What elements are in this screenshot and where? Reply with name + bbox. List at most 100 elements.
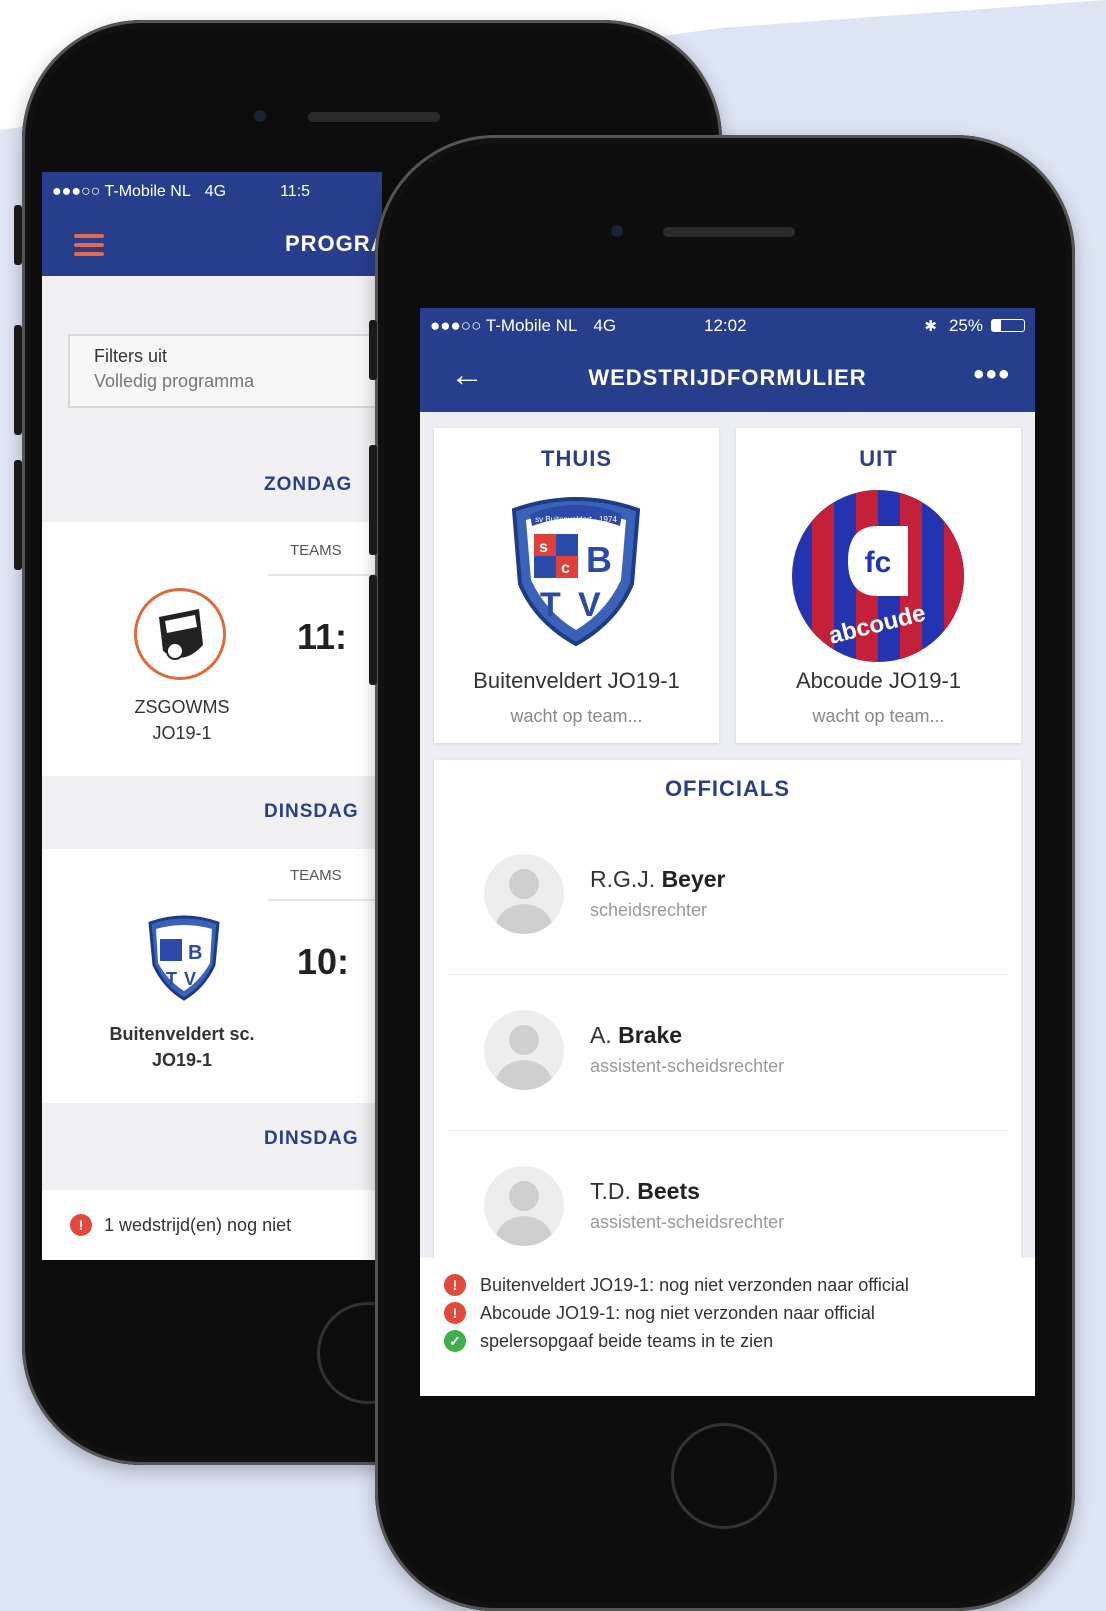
svg-text:sv Buitenveldert · 1974: sv Buitenveldert · 1974: [535, 515, 617, 524]
away-team-name: Abcoude JO19-1: [795, 668, 962, 693]
abcoude-logo: fc abcoude: [790, 488, 966, 664]
official-name: T.D. Beets: [590, 1178, 700, 1204]
filters-program: Volledig programma: [94, 371, 255, 391]
svg-text:B: B: [586, 539, 612, 580]
officials-title: OFFICIALS: [664, 776, 791, 801]
back-arrow-icon[interactable]: ←: [450, 358, 484, 392]
avatar-icon: [484, 1166, 564, 1246]
alert-item[interactable]: ! Buitenveldert JO19-1: nog niet verzond…: [444, 1272, 1011, 1298]
alert-item[interactable]: ✓ spelersopgaaf beide teams in te zien: [444, 1328, 1011, 1354]
buitenveldert-logo: sv Buitenveldert · 1974 s c B T V: [506, 492, 646, 648]
alert-text: Abcoude JO19-1: nog niet verzonden naar …: [480, 1303, 875, 1323]
official-row[interactable]: R.G.J. Beyer scheidsrechter: [434, 834, 1021, 990]
day-header: DINSDAG: [42, 779, 382, 845]
time: 12:02: [704, 316, 747, 335]
day-header: DINSDAG: [42, 1106, 382, 1172]
page-title: PROGRA: [285, 231, 382, 256]
volume-down-button: [369, 575, 377, 685]
alert-text: 1 wedstrijd(en) nog niet: [104, 1214, 292, 1235]
mute-switch: [14, 205, 22, 265]
match-item[interactable]: ZSGOWMS JO19-1 TEAMS 11:: [42, 522, 382, 776]
svg-text:T: T: [166, 969, 177, 989]
filters-box[interactable]: Filters uit Volledig programma: [68, 334, 382, 408]
zsgowms-logo: [134, 588, 226, 680]
svg-text:fc: fc: [865, 546, 892, 579]
title-bar: ← WEDSTRIJDFORMULIER •••: [420, 344, 1035, 412]
home-label: THUIS: [541, 446, 612, 471]
alerts-panel: ! Buitenveldert JO19-1: nog niet verzond…: [420, 1258, 1035, 1396]
teams-label: TEAMS: [290, 867, 342, 884]
front-screen: ●●●○○ T-Mobile NL 4G 12:02 ✱ 25% ← WEDST…: [420, 308, 1035, 1396]
volume-up-button: [369, 445, 377, 555]
more-icon[interactable]: •••: [973, 358, 1011, 392]
battery-icon: [991, 319, 1025, 332]
official-role: assistent-scheidsrechter: [590, 1056, 785, 1076]
divider: [448, 1130, 1007, 1131]
match-time: 11:: [297, 616, 348, 657]
time: 11:5: [280, 183, 311, 200]
alert-text: Buitenveldert JO19-1: nog niet verzonden…: [480, 1275, 909, 1295]
match-item[interactable]: B T V Buitenveldert sc. JO19-1 TEAMS 10:: [42, 849, 382, 1103]
avatar-icon: [484, 1010, 564, 1090]
volume-up-button: [14, 325, 22, 435]
mute-switch: [369, 320, 377, 380]
front-navbar: ●●●○○ T-Mobile NL 4G 12:02 ✱ 25% ← WEDST…: [420, 308, 1035, 412]
alert-item[interactable]: ! Abcoude JO19-1: nog niet verzonden naa…: [444, 1300, 1011, 1326]
divider: [268, 574, 382, 576]
official-row[interactable]: A. Brake assistent-scheidsrechter: [434, 990, 1021, 1146]
back-alert-bar[interactable]: ! 1 wedstrijd(en) nog niet: [42, 1190, 382, 1260]
day-label: DINSDAG: [264, 801, 359, 822]
match-time: 10:: [297, 941, 350, 982]
back-screen: ●●●○○ T-Mobile NL 4G 11:5 PROGRA Filters…: [42, 172, 382, 1260]
official-name: R.G.J. Beyer: [590, 866, 726, 892]
battery-level: 25%: [948, 316, 983, 335]
status-bar: ●●●○○ T-Mobile NL 4G 12:02 ✱ 25%: [420, 308, 1035, 344]
svg-text:s: s: [539, 539, 548, 556]
camera: [254, 110, 266, 122]
page-title: WEDSTRIJDFORMULIER: [588, 365, 867, 390]
bluetooth-icon: ✱: [924, 318, 937, 335]
filters-status: Filters uit: [94, 346, 168, 366]
menu-icon[interactable]: [74, 234, 104, 256]
day-header: ZONDAG: [42, 452, 382, 518]
day-label: DINSDAG: [264, 1128, 359, 1149]
speaker: [663, 227, 795, 237]
svg-text:c: c: [561, 560, 570, 577]
day-label: ZONDAG: [264, 474, 353, 495]
error-icon: !: [70, 1214, 92, 1236]
divider: [448, 974, 1007, 975]
network: 4G: [204, 183, 227, 200]
home-button[interactable]: [671, 1423, 777, 1529]
carrier: ●●●○○ T-Mobile NL: [430, 316, 578, 335]
divider: [268, 899, 382, 901]
speaker: [308, 112, 440, 122]
club-name: Buitenveldert sc. JO19-1: [109, 1024, 255, 1070]
title-bar: PROGRA: [42, 212, 382, 276]
volume-down-button: [14, 460, 22, 570]
carrier: ●●●○○ T-Mobile NL: [52, 183, 191, 200]
svg-text:V: V: [578, 586, 601, 624]
home-team-status: wacht op team...: [510, 706, 643, 726]
buitenveldert-logo: B T V: [144, 913, 224, 1001]
svg-text:V: V: [184, 969, 196, 989]
camera: [611, 225, 623, 237]
away-label: UIT: [859, 446, 898, 471]
club-name: ZSGOWMS JO19-1: [134, 697, 230, 743]
error-icon: !: [444, 1274, 466, 1296]
svg-text:T: T: [540, 586, 561, 624]
home-team-card[interactable]: THUIS sv Buitenveldert · 1974 s c B T V …: [434, 428, 719, 743]
official-role: scheidsrechter: [590, 900, 708, 920]
alert-text: spelersopgaaf beide teams in te zien: [480, 1331, 774, 1351]
svg-text:B: B: [188, 942, 202, 964]
away-team-status: wacht op team...: [812, 706, 945, 726]
status-bar: ●●●○○ T-Mobile NL 4G 11:5: [42, 172, 382, 212]
error-icon: !: [444, 1302, 466, 1324]
home-team-name: Buitenveldert JO19-1: [473, 668, 680, 693]
teams-label: TEAMS: [290, 542, 342, 559]
avatar-icon: [484, 854, 564, 934]
check-icon: ✓: [444, 1330, 466, 1352]
away-team-card[interactable]: UIT fc abcoude Abcoude JO19-1 wacht op t…: [736, 428, 1021, 743]
network: 4G: [593, 316, 617, 335]
official-role: assistent-scheidsrechter: [590, 1212, 785, 1232]
official-name: A. Brake: [590, 1022, 683, 1048]
